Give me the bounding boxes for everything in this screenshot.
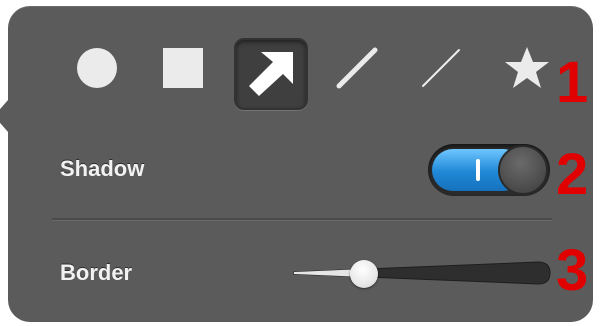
arrow-icon (249, 52, 293, 96)
section-divider (52, 218, 552, 221)
shadow-toggle-knob[interactable] (498, 145, 548, 195)
thick-line-icon (336, 47, 378, 89)
toggle-on-indicator (476, 159, 480, 181)
square-icon (163, 48, 203, 88)
star-tool-button[interactable] (490, 32, 564, 104)
arrow-tool-button[interactable] (234, 38, 308, 110)
thick-line-tool-button[interactable] (320, 32, 394, 104)
shadow-toggle[interactable] (428, 144, 550, 196)
popover-arrow (0, 100, 8, 132)
circle-icon (77, 48, 117, 88)
circle-tool-button[interactable] (60, 32, 134, 104)
screenshot-stage: Shadow Border 1 2 3 (0, 0, 601, 326)
star-icon (505, 47, 549, 88)
border-slider[interactable] (290, 258, 552, 288)
thin-line-tool-button[interactable] (404, 32, 478, 104)
border-label: Border (60, 260, 133, 285)
shadow-label: Shadow (60, 156, 145, 181)
annotation-marker-1: 1 (556, 50, 589, 115)
annotation-marker-2: 2 (556, 142, 589, 207)
square-tool-button[interactable] (146, 32, 220, 104)
annotation-marker-3: 3 (556, 238, 589, 303)
thin-line-icon (422, 49, 460, 87)
border-slider-thumb[interactable] (350, 260, 378, 288)
border-slider-track (293, 261, 551, 285)
